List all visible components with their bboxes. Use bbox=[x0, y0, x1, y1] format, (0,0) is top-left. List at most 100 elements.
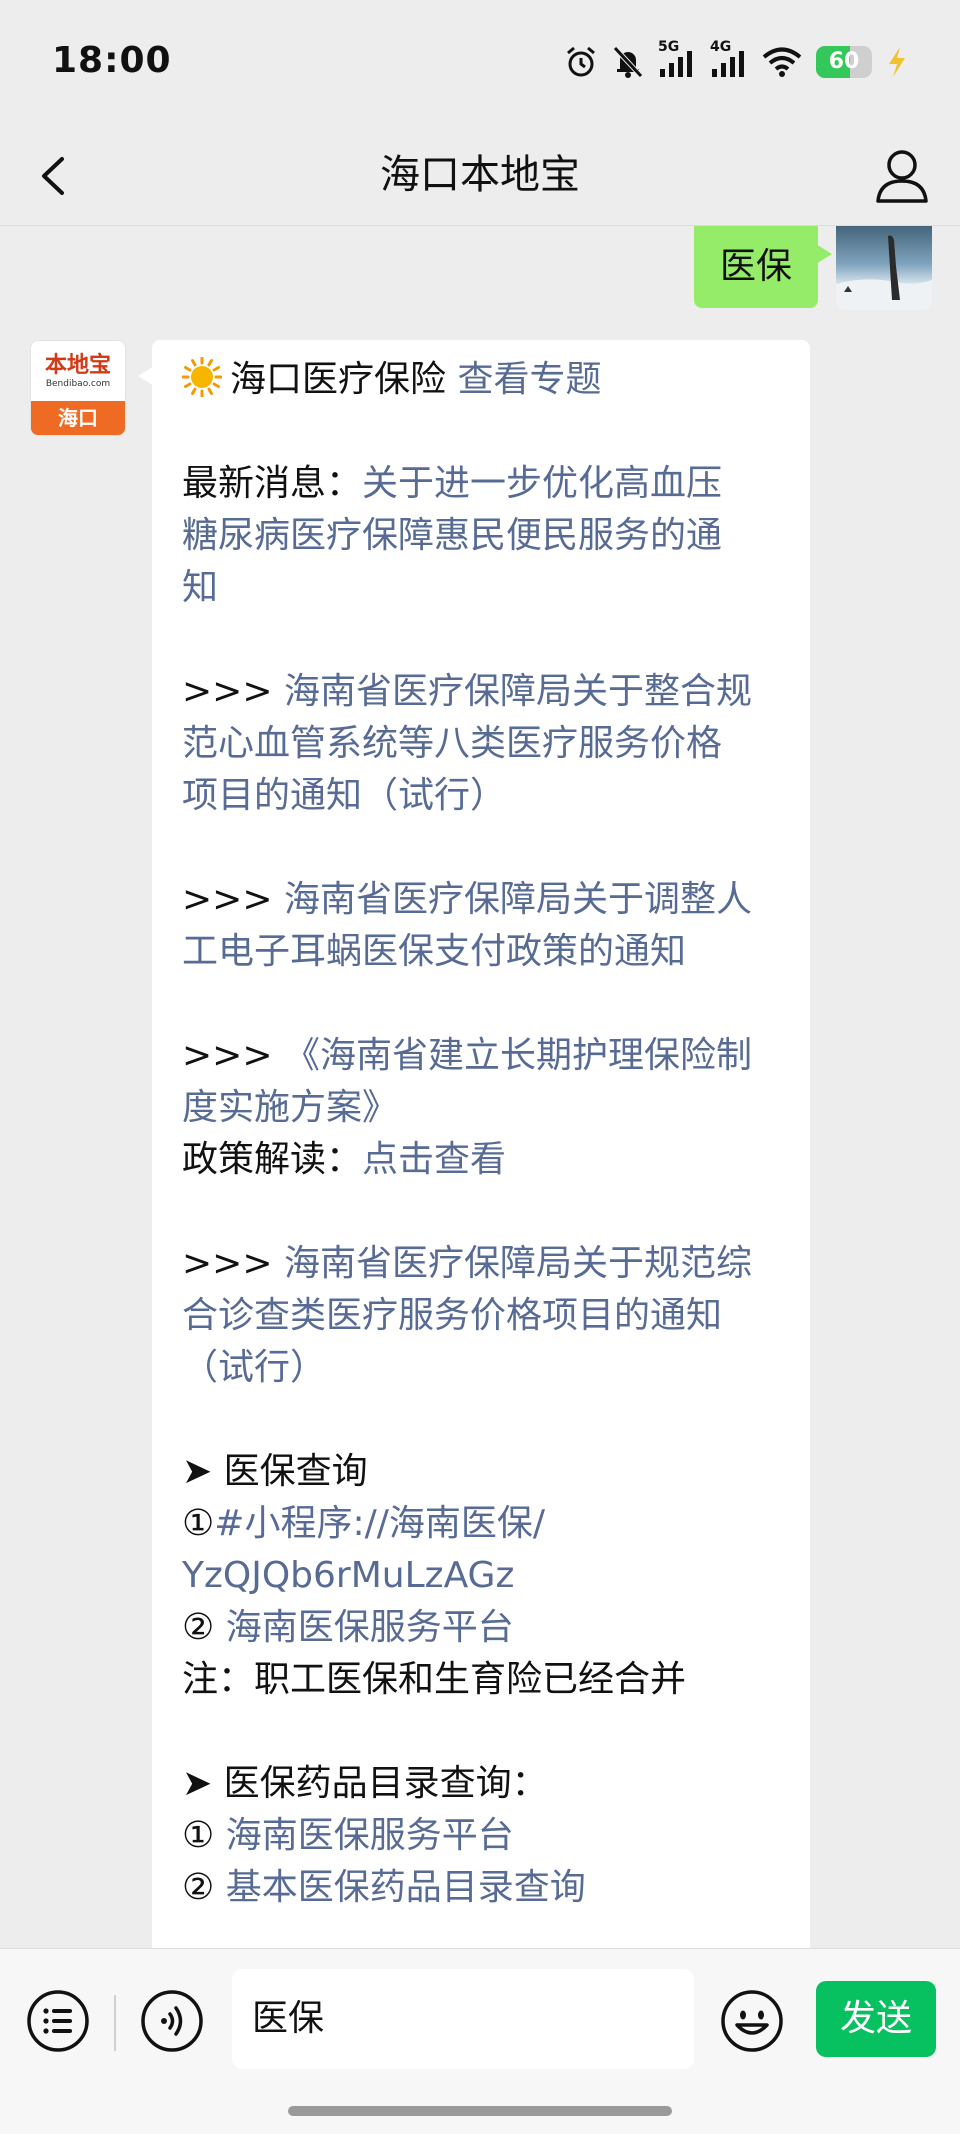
message-line: ➤ 医保药品目录查询： bbox=[182, 1758, 782, 1810]
message-line: （试行） bbox=[182, 1342, 782, 1394]
message-link[interactable]: #小程序://海南医保/ bbox=[214, 1503, 545, 1544]
alarm-icon bbox=[567, 46, 595, 77]
message-link[interactable]: 合诊查类医疗服务价格项目的通知 bbox=[182, 1295, 722, 1336]
message-line: 海口医疗保险 查看专题 bbox=[182, 354, 782, 406]
battery-level: 60 bbox=[828, 49, 860, 74]
message-line: 合诊查类医疗服务价格项目的通知 bbox=[182, 1290, 782, 1342]
message-text: 政策解读： bbox=[182, 1139, 363, 1180]
battery-icon: 60 bbox=[816, 46, 872, 78]
message-text: >>> bbox=[182, 1243, 284, 1284]
incoming-message-content: 海口医疗保险 查看专题 最新消息：关于进一步优化高血压 糖尿病医疗保障惠民便民服务的… bbox=[182, 354, 782, 1914]
message-line: 范心血管系统等八类医疗服务价格 bbox=[182, 718, 782, 770]
voice-input-icon[interactable] bbox=[140, 1989, 204, 2053]
message-link[interactable]: 查看专题 bbox=[457, 359, 601, 400]
message-link[interactable]: 点击查看 bbox=[362, 1139, 506, 1180]
message-line: 项目的通知（试行） bbox=[182, 770, 782, 822]
message-link[interactable]: 范心血管系统等八类医疗服务价格 bbox=[182, 723, 722, 764]
message-link[interactable]: 海南医保服务平台 bbox=[226, 1815, 514, 1856]
message-link[interactable]: 度实施方案》 bbox=[182, 1087, 398, 1128]
outgoing-message-bubble[interactable]: 医保 bbox=[693, 226, 833, 308]
user-avatar[interactable] bbox=[836, 226, 932, 310]
message-text: >>> bbox=[182, 671, 284, 712]
message-line: 注：职工医保和生育险已经合并 bbox=[182, 1654, 782, 1706]
status-time: 18:00 bbox=[52, 40, 172, 81]
message-link[interactable]: 海南医保服务平台 bbox=[226, 1607, 514, 1648]
message-link[interactable]: 基本医保药品目录查询 bbox=[226, 1867, 586, 1908]
chat-area[interactable]: 医保 本地宝 Bendibao.com 海口 海口医疗保险 查看专题 最新消息：关… bbox=[0, 226, 960, 1948]
bot-avatar-domain: Bendibao.com bbox=[45, 379, 111, 389]
divider bbox=[114, 1995, 116, 2051]
signal-icon bbox=[660, 51, 692, 77]
charging-icon bbox=[889, 47, 905, 77]
menu-list-icon[interactable] bbox=[26, 1989, 90, 2053]
message-text: >>> bbox=[182, 1035, 284, 1076]
message-line: >>> 海南省医疗保障局关于整合规 bbox=[182, 666, 782, 718]
profile-icon[interactable] bbox=[874, 145, 930, 205]
message-link[interactable]: 海南省医疗保障局关于规范综 bbox=[284, 1243, 752, 1284]
message-link[interactable]: 海南省医疗保障局关于整合规 bbox=[284, 671, 752, 712]
message-input-value: 医保 bbox=[252, 1998, 325, 2039]
signal-5g: 5G bbox=[658, 39, 696, 79]
message-text: 海口医疗保险 bbox=[230, 359, 458, 400]
message-link[interactable]: YzQJQb6rMuLzAGz bbox=[182, 1555, 514, 1596]
nav-bar: 海口本地宝 bbox=[0, 125, 960, 226]
message-line: ①#小程序://海南医保/ bbox=[182, 1498, 782, 1550]
message-line: 工电子耳蜗医保支付政策的通知 bbox=[182, 926, 782, 978]
message-link[interactable]: 知 bbox=[182, 567, 218, 608]
message-link[interactable]: 糖尿病医疗保障惠民便民服务的通 bbox=[182, 515, 722, 556]
message-link[interactable]: （试行） bbox=[182, 1347, 326, 1388]
bot-avatar[interactable]: 本地宝 Bendibao.com 海口 bbox=[30, 340, 126, 436]
message-line: 糖尿病医疗保障惠民便民服务的通 bbox=[182, 510, 782, 562]
emoji-icon[interactable] bbox=[720, 1989, 784, 2053]
message-link[interactable]: 海南省医疗保障局关于调整人 bbox=[284, 879, 752, 920]
bot-avatar-brand: 本地宝 bbox=[44, 353, 111, 378]
message-text: >>> bbox=[182, 879, 284, 920]
message-text: ② bbox=[182, 1607, 226, 1648]
status-icons: 5G 4G 60 bbox=[564, 39, 908, 82]
message-line: 度实施方案》 bbox=[182, 1082, 782, 1134]
message-line: 最新消息：关于进一步优化高血压 bbox=[182, 458, 782, 510]
message-link[interactable]: 工电子耳蜗医保支付政策的通知 bbox=[182, 931, 686, 972]
message-text: ① bbox=[182, 1815, 226, 1856]
message-line: >>> 海南省医疗保障局关于规范综 bbox=[182, 1238, 782, 1290]
mute-bell-icon bbox=[613, 46, 643, 78]
send-button[interactable]: 发送 bbox=[816, 1981, 936, 2057]
message-link[interactable]: 《海南省建立长期护理保险制 bbox=[284, 1035, 752, 1076]
sun-emoji-icon bbox=[182, 357, 222, 397]
message-text: 注：职工医保和生育险已经合并 bbox=[182, 1659, 687, 1700]
message-text: 最新消息： bbox=[182, 463, 363, 504]
message-input[interactable]: 医保 bbox=[232, 1969, 694, 2069]
incoming-message-bubble: 海口医疗保险 查看专题 最新消息：关于进一步优化高血压 糖尿病医疗保障惠民便民服务的… bbox=[138, 340, 810, 1948]
message-text: ➤ 医保查询 bbox=[182, 1451, 368, 1492]
message-text: ① bbox=[182, 1503, 215, 1544]
status-bar: 18:00 5G 4G 60 bbox=[0, 0, 960, 125]
signal-icon bbox=[712, 51, 744, 77]
wifi-icon bbox=[762, 47, 802, 77]
message-text: ② bbox=[182, 1867, 226, 1908]
page-title: 海口本地宝 bbox=[380, 152, 580, 198]
home-indicator bbox=[288, 2106, 672, 2116]
message-line: ② 基本医保药品目录查询 bbox=[182, 1862, 782, 1914]
message-line: 政策解读：点击查看 bbox=[182, 1134, 782, 1186]
message-line: ② 海南医保服务平台 bbox=[182, 1602, 782, 1654]
bot-avatar-city: 海口 bbox=[31, 401, 125, 435]
message-line: 知 bbox=[182, 562, 782, 614]
message-text: ➤ 医保药品目录查询： bbox=[182, 1763, 548, 1804]
message-line: ① 海南医保服务平台 bbox=[182, 1810, 782, 1862]
signal-4g: 4G bbox=[710, 39, 748, 79]
message-line: >>> 《海南省建立长期护理保险制 bbox=[182, 1030, 782, 1082]
message-line: YzQJQb6rMuLzAGz bbox=[182, 1550, 782, 1602]
message-link[interactable]: 关于进一步优化高血压 bbox=[362, 463, 722, 504]
message-line: ➤ 医保查询 bbox=[182, 1446, 782, 1498]
outgoing-message-text: 医保 bbox=[719, 246, 792, 287]
avatar-image bbox=[836, 235, 932, 310]
message-line: >>> 海南省医疗保障局关于调整人 bbox=[182, 874, 782, 926]
message-link[interactable]: 项目的通知（试行） bbox=[182, 775, 506, 816]
